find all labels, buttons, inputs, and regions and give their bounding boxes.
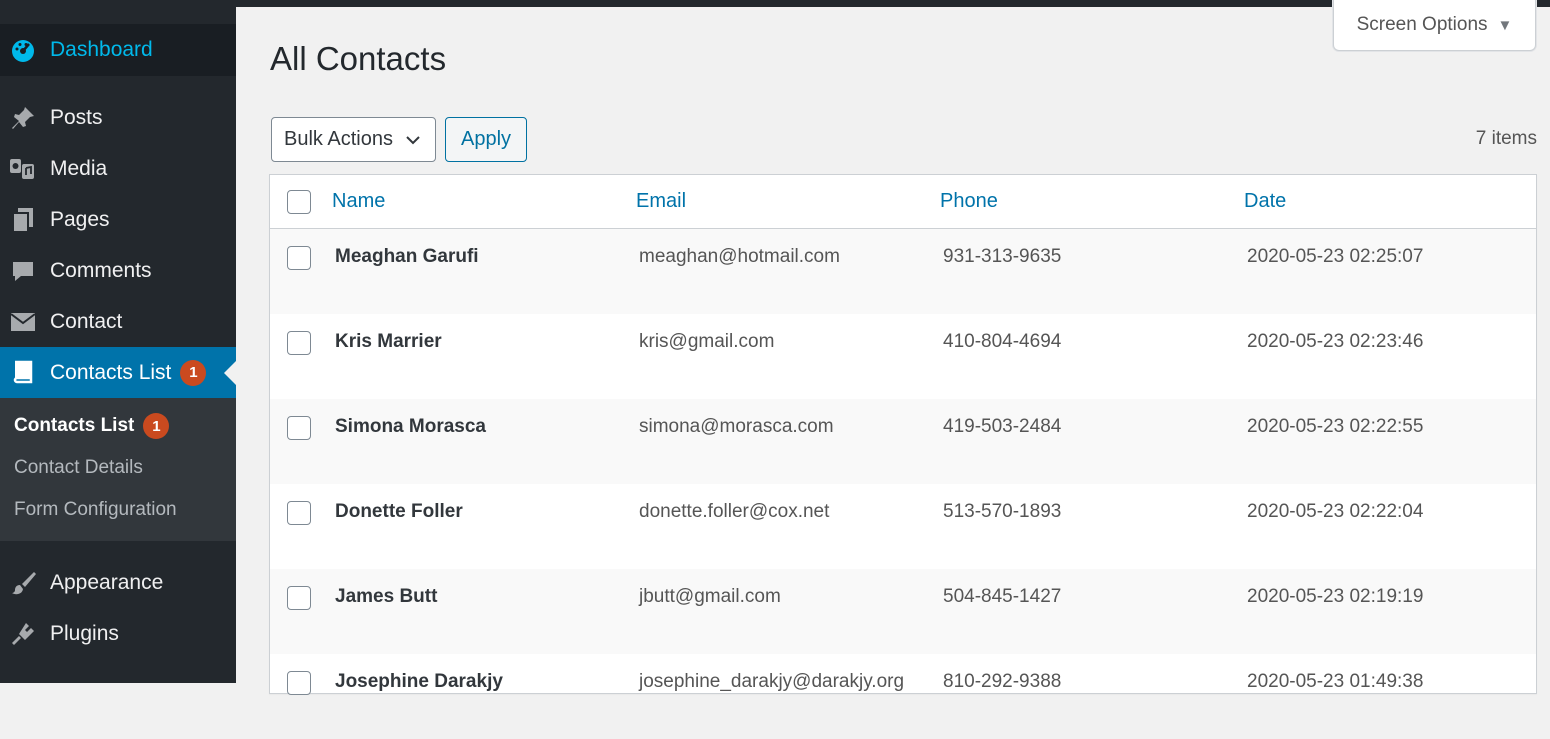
contact-date: 2020-05-23 02:22:55: [1247, 416, 1424, 437]
screen-options-label: Screen Options: [1356, 14, 1488, 35]
sidebar-item-media[interactable]: Media: [0, 143, 236, 194]
contact-date: 2020-05-23 02:23:46: [1247, 331, 1424, 352]
contact-name[interactable]: James Butt: [335, 586, 437, 608]
contact-phone: 419-503-2484: [943, 416, 1062, 437]
sidebar-item-label: Media: [50, 156, 108, 180]
row-checkbox[interactable]: [287, 501, 311, 525]
bulk-actions-label: Bulk Actions: [284, 128, 393, 150]
apply-button[interactable]: Apply: [445, 117, 527, 162]
sidebar-item-label: Dashboard: [50, 38, 153, 61]
table-row: Kris Marrier kris@gmail.com 410-804-4694…: [270, 314, 1536, 399]
submenu-item-label: Contacts List: [14, 415, 135, 436]
contact-name[interactable]: Kris Marrier: [335, 331, 442, 353]
submenu-item-contact-details[interactable]: Contact Details: [0, 447, 236, 489]
contact-email: jbutt@gmail.com: [639, 586, 781, 607]
table-row: Donette Foller donette.foller@cox.net 51…: [270, 484, 1536, 569]
sidebar-item-contacts-list[interactable]: Contacts List 1: [0, 347, 236, 398]
sidebar-item-comments[interactable]: Comments: [0, 245, 236, 296]
row-checkbox[interactable]: [287, 331, 311, 355]
screen-options-button[interactable]: Screen Options ▼: [1333, 0, 1536, 51]
sidebar-item-label: Posts: [50, 105, 103, 129]
pages-icon: [8, 205, 38, 235]
envelope-icon: [8, 307, 38, 337]
sidebar-item-label: Contacts List: [50, 360, 172, 384]
column-header-email[interactable]: Email: [636, 190, 686, 213]
media-icon: [8, 154, 38, 184]
contact-phone: 513-570-1893: [943, 501, 1062, 522]
notification-badge: 1: [143, 413, 170, 439]
dashboard-icon: [8, 35, 38, 65]
table-row: Josephine Darakjy josephine_darakjy@dara…: [270, 654, 1536, 739]
row-checkbox[interactable]: [287, 586, 311, 610]
contact-name[interactable]: Meaghan Garufi: [335, 246, 479, 268]
sidebar-item-label: Comments: [50, 258, 152, 282]
triangle-down-icon: ▼: [1497, 16, 1513, 34]
notification-badge: 1: [180, 359, 207, 386]
column-header-date[interactable]: Date: [1244, 190, 1286, 213]
sidebar-item-label: Plugins: [50, 621, 119, 645]
contact-email: kris@gmail.com: [639, 331, 775, 352]
contact-name[interactable]: Donette Foller: [335, 501, 463, 523]
sidebar-item-label: Appearance: [50, 570, 164, 594]
sidebar-item-posts[interactable]: Posts: [0, 92, 236, 143]
contact-email: josephine_darakjy@darakjy.org: [639, 671, 905, 692]
select-all-checkbox[interactable]: [287, 190, 311, 214]
contact-email: meaghan@hotmail.com: [639, 246, 840, 267]
contact-email: simona@morasca.com: [639, 416, 834, 437]
table-row: James Butt jbutt@gmail.com 504-845-1427 …: [270, 569, 1536, 654]
contacts-table: Name Email Phone Date Meaghan Garufi mea…: [269, 174, 1537, 695]
items-count: 7 items: [1475, 128, 1537, 149]
sidebar-item-contact[interactable]: Contact: [0, 296, 236, 347]
bulk-actions-select[interactable]: Bulk Actions: [271, 117, 436, 162]
row-checkbox[interactable]: [287, 416, 311, 440]
comment-icon: [8, 256, 38, 286]
column-header-phone[interactable]: Phone: [940, 190, 998, 213]
admin-sidebar: Dashboard Posts Media Pages Comments Con…: [0, 0, 236, 683]
sidebar-item-label: Pages: [50, 207, 110, 231]
contacts-submenu: Contacts List 1 Contact Details Form Con…: [0, 398, 236, 541]
submenu-item-label: Contact Details: [14, 457, 143, 478]
contact-name[interactable]: Josephine Darakjy: [335, 671, 503, 693]
table-header: Name Email Phone Date: [270, 175, 1536, 229]
contact-name[interactable]: Simona Morasca: [335, 416, 486, 438]
pin-icon: [8, 103, 38, 133]
contact-date: 2020-05-23 02:19:19: [1247, 586, 1424, 607]
contact-phone: 504-845-1427: [943, 586, 1062, 607]
chevron-down-icon: [405, 131, 421, 154]
submenu-item-label: Form Configuration: [14, 499, 177, 520]
contact-phone: 810-292-9388: [943, 671, 1062, 692]
table-row: Simona Morasca simona@morasca.com 419-50…: [270, 399, 1536, 484]
plugin-icon: [8, 619, 38, 649]
column-header-name[interactable]: Name: [332, 190, 385, 213]
book-icon: [8, 358, 38, 388]
submenu-item-contacts-list[interactable]: Contacts List 1: [0, 405, 236, 447]
contact-phone: 931-313-9635: [943, 246, 1062, 267]
page-title: All Contacts: [270, 40, 447, 77]
row-checkbox[interactable]: [287, 671, 311, 695]
sidebar-item-appearance[interactable]: Appearance: [0, 557, 236, 608]
contact-date: 2020-05-23 02:22:04: [1247, 501, 1424, 522]
contact-email: donette.foller@cox.net: [639, 501, 830, 522]
contact-date: 2020-05-23 01:49:38: [1247, 671, 1424, 692]
sidebar-item-plugins[interactable]: Plugins: [0, 608, 236, 659]
brush-icon: [8, 568, 38, 598]
sidebar-item-label: Contact: [50, 309, 123, 333]
table-row: Meaghan Garufi meaghan@hotmail.com 931-3…: [270, 229, 1536, 314]
submenu-item-form-configuration[interactable]: Form Configuration: [0, 489, 236, 531]
contact-phone: 410-804-4694: [943, 331, 1062, 352]
sidebar-item-dashboard[interactable]: Dashboard: [0, 24, 236, 76]
contact-date: 2020-05-23 02:25:07: [1247, 246, 1424, 267]
row-checkbox[interactable]: [287, 246, 311, 270]
sidebar-item-pages[interactable]: Pages: [0, 194, 236, 245]
